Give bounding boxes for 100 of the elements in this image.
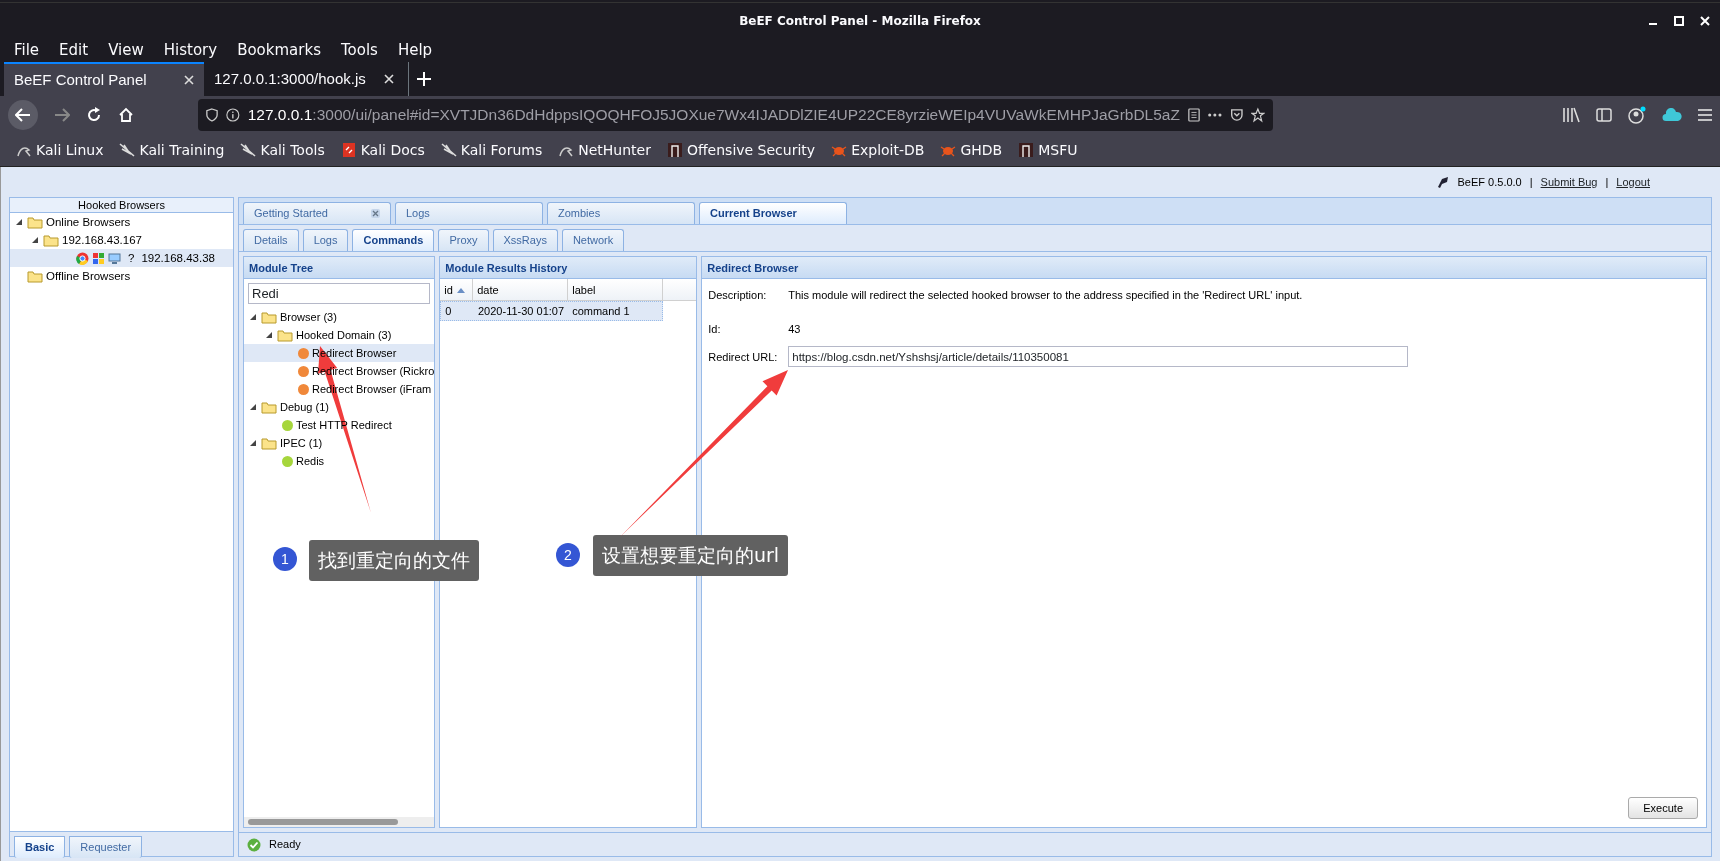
column-header[interactable]: label [568, 279, 664, 300]
bookmark-item[interactable]: Exploit-DB [831, 139, 925, 161]
tree-item[interactable]: IPEC (1) [244, 434, 435, 452]
bookmark-item[interactable]: GHDB [940, 139, 1003, 161]
tab[interactable]: XssRays [492, 229, 558, 251]
panel-title: Redirect Browser [702, 257, 1706, 279]
tree-item[interactable]: Online Browsers [10, 213, 233, 231]
tab[interactable]: Logs [302, 229, 349, 251]
monitor-icon [108, 251, 121, 265]
sidebar-icon[interactable] [1596, 107, 1612, 123]
tab[interactable]: Network [561, 229, 625, 251]
tree-item[interactable]: Debug (1) [244, 398, 435, 416]
menu-item[interactable]: File [4, 38, 50, 62]
back-button[interactable] [8, 100, 38, 130]
tab[interactable]: Zombies [547, 202, 695, 224]
chrome-icon [76, 251, 89, 265]
url-field[interactable]: https://blog.csdn.net/Yshshsj/article/details/110350081 [788, 346, 1409, 367]
pocket-icon[interactable] [1229, 107, 1244, 123]
folder-icon [27, 269, 43, 283]
document-icon [340, 142, 357, 158]
tree-item[interactable]: Redis [244, 452, 435, 470]
bookmark-item[interactable]: Kali Docs [340, 139, 425, 161]
tree-item[interactable]: Browser (3) [244, 308, 435, 326]
window-title: BeEF Control Panel - Mozilla Firefox [739, 12, 981, 30]
forward-icon[interactable] [54, 108, 70, 122]
execute-button[interactable]: Execute [1628, 796, 1698, 819]
tree-label: Redis [296, 454, 325, 469]
expanded-icon[interactable] [265, 331, 273, 339]
search-field[interactable]: Redi [248, 283, 431, 304]
field-label: Description: [708, 288, 768, 303]
more-icon[interactable] [1207, 113, 1222, 117]
bookmark-item[interactable]: MSFU [1018, 139, 1078, 161]
account-icon[interactable] [1628, 106, 1646, 124]
menu-item[interactable]: Edit [49, 38, 99, 62]
menu-item[interactable]: View [98, 38, 154, 62]
reload-icon[interactable] [86, 107, 102, 123]
cloud-icon[interactable] [1662, 108, 1682, 122]
expanded-icon[interactable] [249, 313, 257, 321]
tab[interactable]: Current Browser [699, 202, 847, 224]
back-arrow-icon [15, 108, 31, 122]
folder-icon [277, 328, 293, 342]
menu-icon[interactable] [1698, 109, 1712, 121]
panel-tab[interactable]: Basic [14, 836, 66, 858]
menu-item[interactable]: Bookmarks [227, 38, 331, 62]
star-icon[interactable] [1251, 107, 1265, 123]
bookmark-item[interactable]: Kali Forums [440, 139, 543, 161]
callout-label: 找到重定向的文件 [309, 540, 479, 581]
bookmark-item[interactable]: Kali Training [119, 139, 225, 161]
bookmark-item[interactable]: Offensive Security [666, 139, 816, 161]
url-text: 127.0.0.1:3000/ui/panel#id=XVTJDn36DdHdppsIQOQHFOJ5JOXue7Wx4IJADDlZIE4UP22CE8yrzieWEIp4VUVaWkEMHPJaGrbDL5aZ [247, 105, 1180, 126]
tab[interactable]: Details [243, 229, 299, 251]
tree-label: Browser (3) [280, 310, 337, 325]
menu-item[interactable]: History [153, 38, 228, 62]
panel-tab[interactable]: Requester [69, 836, 143, 858]
tab[interactable]: Commands [352, 229, 435, 251]
tree-item[interactable]: Hooked Domain (3) [244, 326, 435, 344]
maximize-icon[interactable] [1674, 15, 1684, 26]
separator-text: | [1529, 174, 1533, 190]
bookmark-item[interactable]: Kali Tools [240, 139, 325, 161]
expanded-icon[interactable] [31, 236, 39, 244]
table-cell-text: 0 [444, 304, 453, 319]
expanded-icon[interactable] [249, 439, 257, 447]
shield-icon [206, 107, 218, 123]
scrollbar-thumb[interactable] [248, 819, 398, 825]
column-header[interactable]: date [473, 279, 569, 300]
callout-label: 设置想要重定向的url [593, 535, 789, 576]
browser-item[interactable]: ? 192.168.43.38 [10, 249, 233, 267]
tree-item[interactable]: Offline Browsers [10, 267, 233, 285]
logout-link[interactable]: Logout [1616, 173, 1650, 191]
tree-item[interactable]: 192.168.43.167 [10, 231, 233, 249]
tower-icon [1018, 142, 1035, 158]
browser-tab[interactable]: 127.0.0.1:3000/hook.js [204, 62, 404, 96]
menu-item[interactable]: Help [387, 38, 443, 62]
expanded-icon[interactable] [15, 218, 23, 226]
tab[interactable]: Getting Started [243, 202, 391, 224]
bookmark-item[interactable]: NetHunter [558, 139, 651, 161]
reader-icon[interactable] [1187, 107, 1200, 123]
browser-tab[interactable]: BeEF Control Panel [4, 62, 204, 96]
tab-title: 127.0.0.1:3000/hook.js [214, 68, 366, 89]
version-label: BeEF 0.5.0.0 [1457, 174, 1522, 190]
folder-icon [27, 215, 43, 229]
tab[interactable]: Logs [395, 202, 543, 224]
home-icon[interactable] [118, 107, 134, 123]
menu-item[interactable]: Tools [330, 38, 388, 62]
field-value: 43 [788, 322, 801, 337]
library-icon[interactable] [1562, 107, 1580, 123]
tree-label: Online Browsers [46, 215, 131, 230]
tab[interactable]: Proxy [438, 229, 489, 251]
column-header[interactable]: id [440, 279, 474, 300]
new-tab-icon[interactable] [417, 72, 431, 86]
table-cell-text: 2020-11-30 01:07 [477, 304, 566, 319]
bookmark-item[interactable]: Kali Linux [16, 139, 104, 161]
tab-title: BeEF Control Panel [14, 69, 147, 90]
tree-label: IPEC (1) [280, 436, 323, 451]
sort-ascending-icon [456, 286, 465, 293]
expanded-icon[interactable] [249, 403, 257, 411]
status-text: Ready [269, 837, 301, 853]
address-bar[interactable]: 127.0.0.1:3000/ui/panel#id=XVTJDn36DdHdppsIQOQHFOJ5JOXue7Wx4IJADDlZIE4UP22CE8yrzieWEIp4VUVaWkEMHPJaGrbDL5aZ [198, 99, 1273, 131]
table-row[interactable]: 0 2020-11-30 01:07 command 1 [440, 301, 664, 321]
submit-bug-link[interactable]: Submit Bug [1540, 173, 1598, 191]
